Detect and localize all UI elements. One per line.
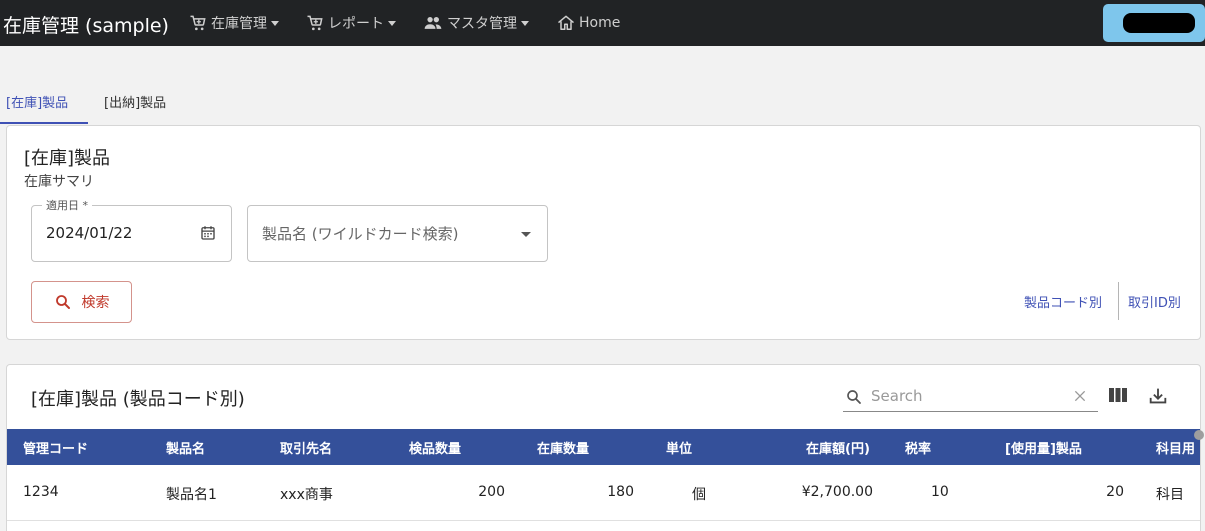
chevron-down-icon — [521, 20, 529, 26]
column-header[interactable]: 税率 — [905, 438, 931, 457]
download-icon[interactable] — [1147, 385, 1169, 407]
column-header[interactable]: [使用量]製品 — [1005, 438, 1082, 457]
nav-report-label: レポート — [328, 16, 384, 32]
column-header[interactable]: 在庫額(円) — [806, 438, 870, 457]
cell-supplier-name: xxx商事 — [280, 487, 333, 503]
chevron-down-icon — [388, 20, 396, 26]
search-icon — [847, 390, 861, 404]
columns-icon[interactable] — [1108, 387, 1128, 403]
column-header[interactable]: 検品数量 — [409, 438, 461, 457]
cell-inspected-qty: 200 — [478, 484, 505, 500]
horizontal-scrollbar-thumb[interactable] — [1194, 430, 1204, 440]
table-row[interactable]: 1234 製品名1 xxx商事 200 180 個 ¥2,700.00 10 2… — [7, 465, 1200, 521]
product-name-placeholder: 製品名 (ワイルドカード検索) — [262, 225, 459, 243]
cell-unit: 個 — [692, 487, 706, 503]
nav-report[interactable]: レポート — [305, 12, 396, 34]
cart-icon — [307, 15, 323, 31]
cell-stock-amount: ¥2,700.00 — [801, 484, 873, 500]
cell-management-code: 1234 — [23, 484, 59, 500]
top-app-bar: 在庫管理 (sample) 在庫管理 レポート マスタ管理 Home — [0, 0, 1205, 46]
redacted-user-name — [1123, 13, 1195, 33]
home-icon — [558, 15, 574, 30]
nav-inventory-label: 在庫管理 — [211, 16, 267, 32]
tab-ledger-products[interactable]: [出納]製品 — [104, 92, 166, 111]
calendar-icon[interactable] — [199, 224, 217, 242]
search-button[interactable]: 検索 — [31, 281, 132, 323]
column-header[interactable]: 科目用 — [1156, 438, 1195, 457]
results-card: [在庫]製品 (製品コード別) 管理コード 製品名 取引先名 検品数量 在庫数量… — [6, 364, 1204, 531]
people-icon — [424, 17, 442, 29]
search-button-label: 検索 — [81, 295, 110, 311]
grid-title: [在庫]製品 (製品コード別) — [31, 389, 245, 410]
nav-home-label: Home — [579, 15, 621, 31]
link-by-transaction-id[interactable]: 取引ID別 — [1128, 292, 1181, 311]
grid-search-input[interactable] — [871, 384, 1061, 408]
close-icon[interactable] — [1072, 388, 1088, 404]
link-by-product-code[interactable]: 製品コード別 — [1024, 292, 1102, 311]
link-divider — [1118, 282, 1119, 320]
column-header[interactable]: 製品名 — [166, 438, 205, 457]
column-header[interactable]: 管理コード — [23, 438, 88, 457]
card-title: [在庫]製品 — [24, 148, 111, 169]
search-card: [在庫]製品 在庫サマリ 適用日 * 2024/01/22 製品名 (ワイルドカ… — [6, 125, 1201, 340]
card-subtitle: 在庫サマリ — [24, 174, 94, 190]
nav-inventory[interactable]: 在庫管理 — [188, 12, 279, 34]
cell-usage-product: 20 — [1106, 484, 1124, 500]
nav-home[interactable]: Home — [556, 12, 620, 34]
apply-date-value[interactable]: 2024/01/22 — [46, 224, 132, 242]
nav-master[interactable]: マスタ管理 — [422, 12, 529, 34]
dropdown-arrow-icon[interactable] — [521, 232, 531, 237]
apply-date-field[interactable]: 適用日 * 2024/01/22 — [31, 197, 232, 262]
chevron-down-icon — [271, 20, 279, 26]
apply-date-label: 適用日 * — [42, 197, 92, 213]
cell-account-item: 科目 — [1156, 487, 1184, 503]
column-header[interactable]: 在庫数量 — [537, 438, 589, 457]
column-header[interactable]: 単位 — [666, 438, 692, 457]
grid-search-box — [843, 380, 1098, 412]
cart-icon — [190, 15, 206, 31]
tab-stock-products[interactable]: [在庫]製品 — [6, 92, 68, 111]
user-account-button[interactable] — [1103, 4, 1205, 42]
app-title[interactable]: 在庫管理 (sample) — [3, 11, 169, 38]
cell-stock-qty: 180 — [607, 484, 634, 500]
cell-tax-rate: 10 — [931, 484, 949, 500]
product-name-select[interactable]: 製品名 (ワイルドカード検索) — [247, 205, 548, 262]
search-icon — [55, 295, 70, 309]
active-tab-indicator — [0, 122, 88, 124]
grid-header-row: 管理コード 製品名 取引先名 検品数量 在庫数量 単位 在庫額(円) 税率 [使… — [7, 429, 1200, 465]
column-header[interactable]: 取引先名 — [280, 438, 332, 457]
nav-master-label: マスタ管理 — [447, 16, 517, 32]
cell-product-name: 製品名1 — [166, 487, 217, 503]
